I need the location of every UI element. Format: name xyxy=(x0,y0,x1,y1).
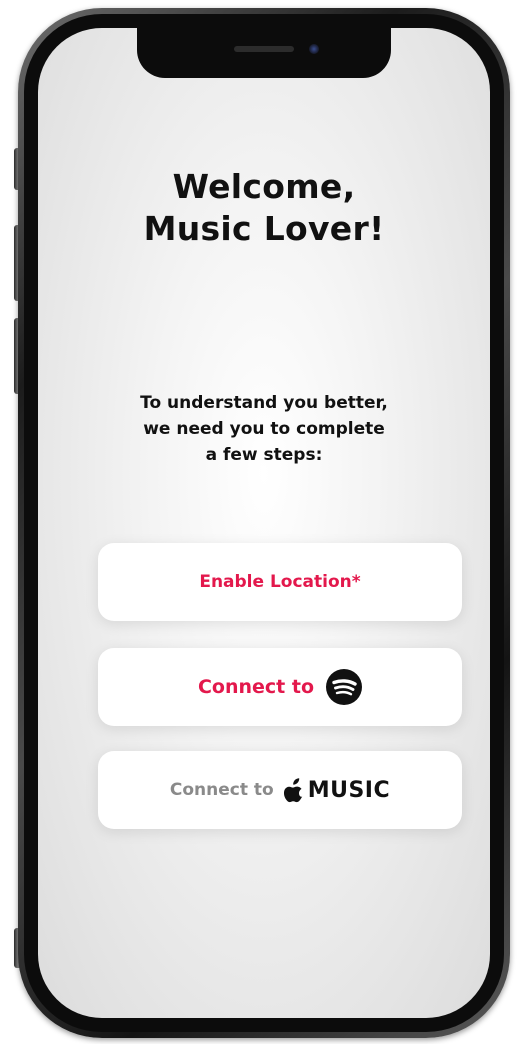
connect-apple-music-button[interactable]: Connect to MUSIC xyxy=(98,751,462,829)
phone-screen: Welcome, Music Lover! To understand you … xyxy=(38,28,490,1018)
connect-spotify-label: Connect to xyxy=(197,676,315,698)
enable-location-label: Enable Location* xyxy=(199,572,361,592)
title-line-2: Music Lover! xyxy=(143,209,385,248)
subtitle-line-3: a few steps: xyxy=(205,445,323,465)
subtitle-line-1: To understand you better, xyxy=(140,393,388,413)
title-line-1: Welcome, xyxy=(172,167,356,206)
phone-bezel: Welcome, Music Lover! To understand you … xyxy=(24,14,504,1032)
phone-frame: Welcome, Music Lover! To understand you … xyxy=(18,8,510,1038)
page-title: Welcome, Music Lover! xyxy=(38,166,490,250)
apple-icon xyxy=(283,778,303,803)
speaker-grille xyxy=(234,46,294,52)
notch xyxy=(137,28,391,78)
instructions-text: To understand you better, we need you to… xyxy=(58,390,470,468)
connect-apple-music-label: Connect to xyxy=(169,780,274,800)
apple-music-wordmark: MUSIC xyxy=(307,777,391,803)
front-camera-icon xyxy=(309,44,319,54)
spotify-icon xyxy=(326,669,363,705)
connect-spotify-button[interactable]: Connect to xyxy=(98,648,462,726)
phone-mockup: Welcome, Music Lover! To understand you … xyxy=(0,0,524,1044)
subtitle-line-2: we need you to complete xyxy=(143,419,385,439)
enable-location-button[interactable]: Enable Location* xyxy=(98,543,462,621)
